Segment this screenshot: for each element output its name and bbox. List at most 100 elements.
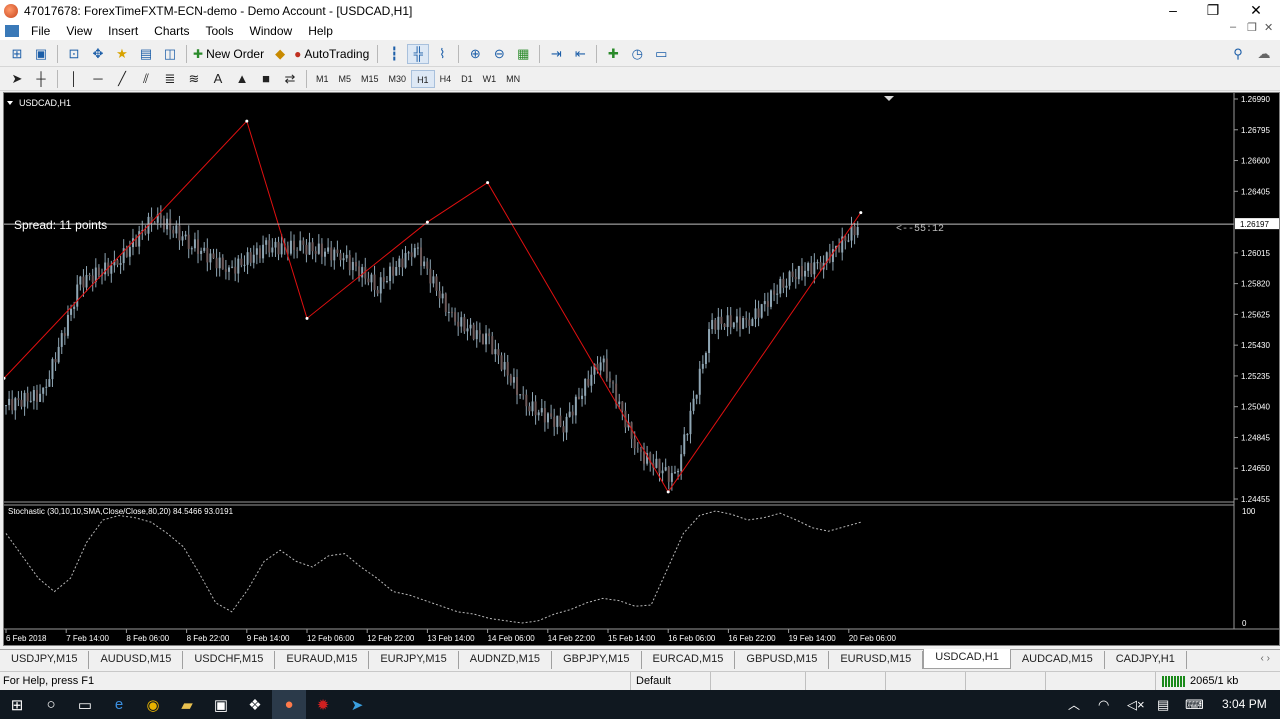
candle-body bbox=[608, 378, 611, 383]
templates-icon[interactable]: ▭ bbox=[650, 44, 672, 64]
candle-body bbox=[190, 248, 193, 250]
mdi-close-button[interactable]: ✕ bbox=[1264, 21, 1273, 34]
timeframe-m30[interactable]: M30 bbox=[384, 70, 412, 88]
mdi-restore-button[interactable]: ❐ bbox=[1247, 21, 1257, 34]
rectangle-icon[interactable]: ■ bbox=[255, 69, 277, 89]
candle-body bbox=[522, 394, 525, 396]
horizontal-line-icon[interactable]: ─ bbox=[87, 69, 109, 89]
search-icon[interactable]: ⚲ bbox=[1227, 44, 1249, 64]
chart-window-icon[interactable] bbox=[5, 24, 19, 37]
menu-help[interactable]: Help bbox=[300, 24, 341, 38]
tab-cadjpy-h1[interactable]: CADJPY,H1 bbox=[1105, 651, 1187, 669]
fxtm-terminal-icon[interactable]: ● bbox=[272, 690, 306, 719]
chart-window[interactable]: Spread: 11 points <--55:12 USDCAD,H1 1.2… bbox=[3, 92, 1280, 646]
notification-icon[interactable]: ▤ bbox=[1157, 697, 1169, 713]
candle-body bbox=[680, 454, 683, 471]
terminal-icon[interactable]: ▤ bbox=[135, 44, 157, 64]
clock[interactable]: 3:04 PM bbox=[1222, 697, 1267, 711]
timeframe-m15[interactable]: M15 bbox=[356, 70, 384, 88]
menu-charts[interactable]: Charts bbox=[146, 24, 197, 38]
tab-eurjpy-m15[interactable]: EURJPY,M15 bbox=[369, 651, 459, 669]
chrome-icon[interactable]: ◉ bbox=[136, 690, 170, 719]
tab-usdcad-h1[interactable]: USDCAD,H1 bbox=[923, 649, 1011, 669]
task-view-icon[interactable]: ▭ bbox=[68, 690, 102, 719]
timeframe-h4[interactable]: H4 bbox=[435, 70, 457, 88]
wifi-icon[interactable]: ◠ bbox=[1098, 697, 1109, 713]
timeframe-m5[interactable]: M5 bbox=[334, 70, 357, 88]
zoom-in-icon[interactable]: ⊕ bbox=[464, 44, 486, 64]
menu-window[interactable]: Window bbox=[242, 24, 301, 38]
volume-icon[interactable]: ◁× bbox=[1127, 697, 1145, 713]
bar-chart-icon[interactable]: ┇ bbox=[383, 44, 405, 64]
text-icon[interactable]: A bbox=[207, 69, 229, 89]
menu-file[interactable]: File bbox=[23, 24, 58, 38]
trendline-icon[interactable]: ╱ bbox=[111, 69, 133, 89]
autotrading-button[interactable]: ● AutoTrading bbox=[292, 47, 373, 61]
windows-start-icon[interactable]: ⊞ bbox=[0, 690, 34, 719]
tab-eurcad-m15[interactable]: EURCAD,M15 bbox=[642, 651, 736, 669]
navigator-icon[interactable]: ★ bbox=[111, 44, 133, 64]
zoom-out-icon[interactable]: ⊖ bbox=[488, 44, 510, 64]
price-chart[interactable]: Spread: 11 points <--55:12 USDCAD,H1 1.2… bbox=[4, 93, 1279, 645]
data-window-icon[interactable]: ✥ bbox=[87, 44, 109, 64]
vertical-line-icon[interactable]: │ bbox=[63, 69, 85, 89]
line-chart-icon[interactable]: ⌇ bbox=[431, 44, 453, 64]
dropbox-icon[interactable]: ❖ bbox=[238, 690, 272, 719]
tab-eurusd-m15[interactable]: EURUSD,M15 bbox=[829, 651, 924, 669]
text-label-icon[interactable]: ▲ bbox=[231, 69, 253, 89]
restore-button[interactable]: ❐ bbox=[1190, 0, 1236, 21]
fibonacci-retracement-icon[interactable]: ≣ bbox=[159, 69, 181, 89]
tab-scroll-arrows[interactable]: ‹ › bbox=[1261, 653, 1270, 664]
chart-shift-icon[interactable]: ⇤ bbox=[569, 44, 591, 64]
candle-body bbox=[618, 401, 621, 405]
tab-gbpjpy-m15[interactable]: GBPJPY,M15 bbox=[552, 651, 642, 669]
tab-audnzd-m15[interactable]: AUDNZD,M15 bbox=[459, 651, 553, 669]
tab-gbpusd-m15[interactable]: GBPUSD,M15 bbox=[735, 651, 830, 669]
tab-audcad-m15[interactable]: AUDCAD,M15 bbox=[1011, 651, 1105, 669]
crosshair-icon[interactable]: ┼ bbox=[30, 69, 52, 89]
connection-bars-icon[interactable] bbox=[1162, 676, 1186, 687]
fibonacci-fan-icon[interactable]: ≋ bbox=[183, 69, 205, 89]
telegram-icon[interactable]: ➤ bbox=[340, 690, 374, 719]
timeframe-w1[interactable]: W1 bbox=[478, 70, 502, 88]
chart-menu-triangle-icon[interactable] bbox=[7, 101, 13, 105]
auto-scroll-icon[interactable]: ⇥ bbox=[545, 44, 567, 64]
new-order-button[interactable]: ✚ New Order bbox=[191, 47, 268, 61]
tab-usdjpy-m15[interactable]: USDJPY,M15 bbox=[0, 651, 90, 669]
menu-insert[interactable]: Insert bbox=[100, 24, 146, 38]
tab-audusd-m15[interactable]: AUDUSD,M15 bbox=[89, 651, 184, 669]
menu-view[interactable]: View bbox=[58, 24, 100, 38]
store-icon[interactable]: ▣ bbox=[204, 690, 238, 719]
file-explorer-icon[interactable]: ▰ bbox=[170, 690, 204, 719]
tab-usdchf-m15[interactable]: USDCHF,M15 bbox=[183, 651, 276, 669]
indicators-icon[interactable]: ✚ bbox=[602, 44, 624, 64]
edge-icon[interactable]: e bbox=[102, 690, 136, 719]
new-chart-icon[interactable]: ⊞ bbox=[6, 44, 28, 64]
cursor-icon[interactable]: ➤ bbox=[6, 69, 28, 89]
metaeditor-icon[interactable]: ◆ bbox=[269, 44, 291, 64]
close-button[interactable]: ✕ bbox=[1233, 0, 1279, 21]
equidistant-channel-icon[interactable]: ⫽ bbox=[135, 69, 157, 89]
tray-chevron-icon[interactable]: ︿ bbox=[1068, 696, 1080, 713]
arrows-icon[interactable]: ⇄ bbox=[279, 69, 301, 89]
keyboard-icon[interactable]: ⌨ bbox=[1185, 697, 1204, 713]
market-watch-icon[interactable]: ⊡ bbox=[63, 44, 85, 64]
fxtm-red-icon[interactable]: ✹ bbox=[306, 690, 340, 719]
search-circle-icon[interactable]: ○ bbox=[34, 690, 68, 719]
periods-icon[interactable]: ◷ bbox=[626, 44, 648, 64]
timeframe-h1[interactable]: H1 bbox=[411, 69, 435, 88]
tile-windows-icon[interactable]: ▦ bbox=[512, 44, 534, 64]
candlestick-icon[interactable]: ╬ bbox=[407, 43, 430, 64]
chart-shift-marker-icon[interactable] bbox=[884, 96, 894, 101]
candle-body bbox=[76, 284, 79, 307]
candle-body bbox=[175, 225, 178, 234]
mdi-minimize-button[interactable]: – bbox=[1230, 21, 1236, 33]
timeframe-d1[interactable]: D1 bbox=[456, 70, 478, 88]
timeframe-mn[interactable]: MN bbox=[501, 70, 525, 88]
tab-euraud-m15[interactable]: EURAUD,M15 bbox=[275, 651, 370, 669]
profiles-icon[interactable]: ▣ bbox=[30, 44, 52, 64]
menu-tools[interactable]: Tools bbox=[198, 24, 242, 38]
community-chat-icon[interactable]: ☁ bbox=[1253, 44, 1275, 64]
timeframe-m1[interactable]: M1 bbox=[311, 70, 334, 88]
strategy-tester-icon[interactable]: ◫ bbox=[159, 44, 181, 64]
